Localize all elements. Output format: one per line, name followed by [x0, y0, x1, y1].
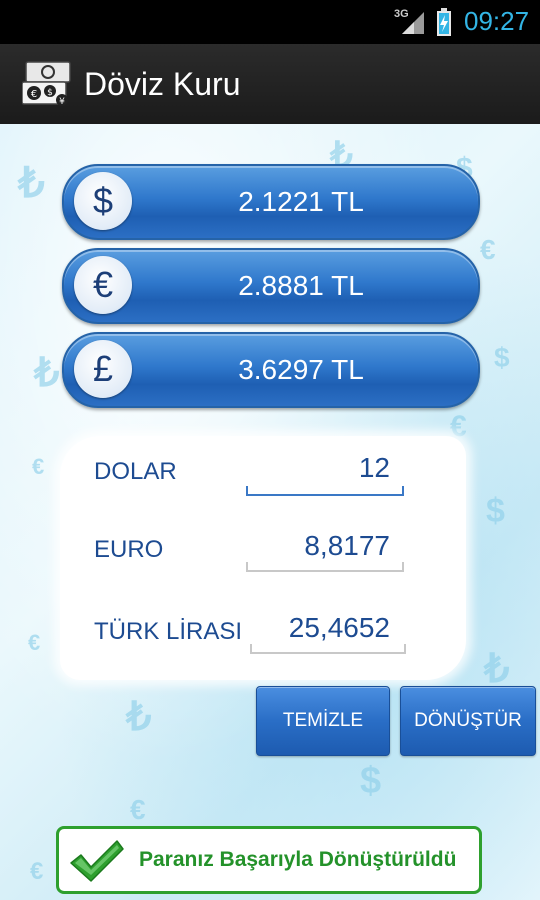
- dollar-input-underline-tick: [402, 486, 404, 494]
- svg-text:€: €: [31, 89, 37, 100]
- dollar-input[interactable]: 12: [248, 452, 390, 484]
- euro-input-underline: [246, 570, 404, 572]
- euro-label: EURO: [94, 536, 164, 563]
- dollar-input-underline-tick: [246, 486, 248, 494]
- euro-icon: €: [74, 256, 132, 314]
- svg-text:¥: ¥: [59, 97, 65, 107]
- lira-input-underline-tick: [404, 644, 406, 652]
- lira-input[interactable]: 25,4652: [248, 612, 390, 644]
- background-euro-icon: €: [130, 794, 146, 825]
- background-lira-icon: ₺: [18, 159, 45, 206]
- background-dollar-icon: $: [486, 492, 505, 530]
- checkmark-icon: [70, 840, 124, 882]
- lira-input-underline: [250, 652, 406, 654]
- clock: 09:27: [464, 6, 530, 36]
- rate-value: 2.1221 TL: [238, 186, 364, 217]
- svg-text:$: $: [47, 88, 53, 98]
- background-dollar-icon: $: [360, 760, 382, 802]
- background-euro-icon: €: [30, 858, 44, 885]
- success-toast: Paranız Başarıyla Dönüştürüldü: [56, 826, 482, 894]
- euro-input-underline-tick: [402, 562, 404, 570]
- signal-icon: [402, 12, 424, 34]
- background-lira-icon: ₺: [126, 695, 152, 739]
- euro-input[interactable]: 8,8177: [248, 530, 390, 562]
- rate-pound: £ 3.6297 TL: [62, 332, 480, 408]
- dollar-input-underline: [246, 494, 404, 496]
- background-euro-icon: €: [480, 234, 496, 265]
- status-bar: 3G 09:27: [0, 0, 540, 44]
- battery-charging-icon: [437, 8, 451, 36]
- dollar-label: DOLAR: [94, 458, 177, 485]
- pound-icon: £: [74, 340, 132, 398]
- rate-value: 3.6297 TL: [238, 354, 364, 385]
- background-lira-icon: ₺: [34, 351, 60, 395]
- lira-label: TÜRK LİRASI: [94, 618, 243, 645]
- convert-button[interactable]: DÖNÜŞTÜR: [400, 686, 536, 756]
- background-euro-icon: €: [28, 630, 41, 655]
- currency-exchange-icon: € $ ¥: [22, 61, 71, 107]
- main-content: ₺ ₺ $ € ₺ $ € € $ € ₺ ₺ $ € € $ 2.1221 T…: [0, 124, 540, 900]
- clear-button[interactable]: TEMİZLE: [256, 686, 390, 756]
- converter-panel: DOLAR 12 EURO 8,8177 TÜRK LİRASI 25,4652: [60, 436, 466, 680]
- rate-dollar: $ 2.1221 TL: [62, 164, 480, 240]
- app-title: Döviz Kuru: [84, 66, 241, 102]
- lira-input-underline-tick: [250, 644, 252, 652]
- euro-input-underline-tick: [246, 562, 248, 570]
- background-euro-icon: €: [32, 454, 45, 479]
- action-bar: € $ ¥ Döviz Kuru: [0, 44, 540, 125]
- background-dollar-icon: $: [494, 342, 510, 373]
- dollar-icon: $: [74, 172, 132, 230]
- rate-value: 2.8881 TL: [238, 270, 364, 301]
- rate-euro: € 2.8881 TL: [62, 248, 480, 324]
- toast-message: Paranız Başarıyla Dönüştürüldü: [139, 848, 457, 871]
